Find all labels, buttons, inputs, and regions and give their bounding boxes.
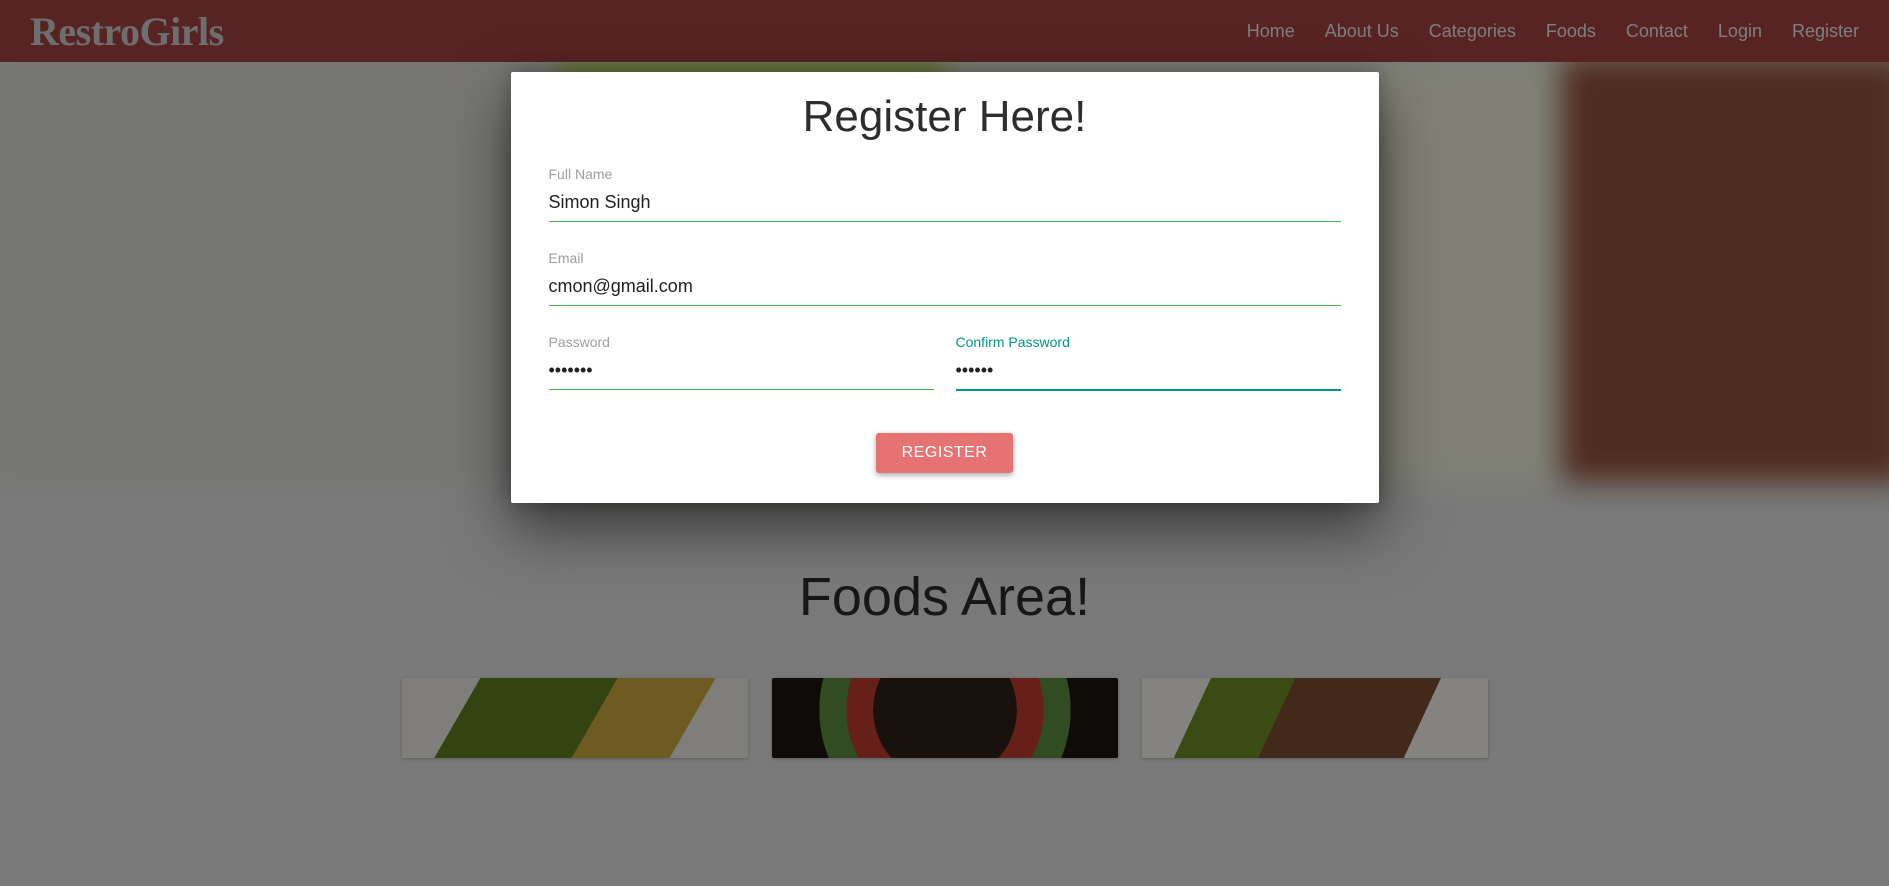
email-input[interactable] (549, 272, 1341, 306)
confirm-password-label: Confirm Password (956, 334, 1341, 350)
password-label: Password (549, 334, 934, 350)
register-modal: Register Here! Full Name Email Password … (511, 72, 1379, 503)
fullname-input[interactable] (549, 188, 1341, 222)
email-label: Email (549, 250, 1341, 266)
modal-title: Register Here! (549, 92, 1341, 142)
register-submit-button[interactable]: REGISTER (876, 433, 1014, 473)
fullname-label: Full Name (549, 166, 1341, 182)
password-field-wrap: Password (549, 334, 934, 391)
fullname-field-wrap: Full Name (549, 166, 1341, 222)
password-input[interactable] (549, 356, 934, 390)
confirm-password-field-wrap: Confirm Password (956, 334, 1341, 391)
confirm-password-input[interactable] (956, 356, 1341, 391)
email-field-wrap: Email (549, 250, 1341, 306)
